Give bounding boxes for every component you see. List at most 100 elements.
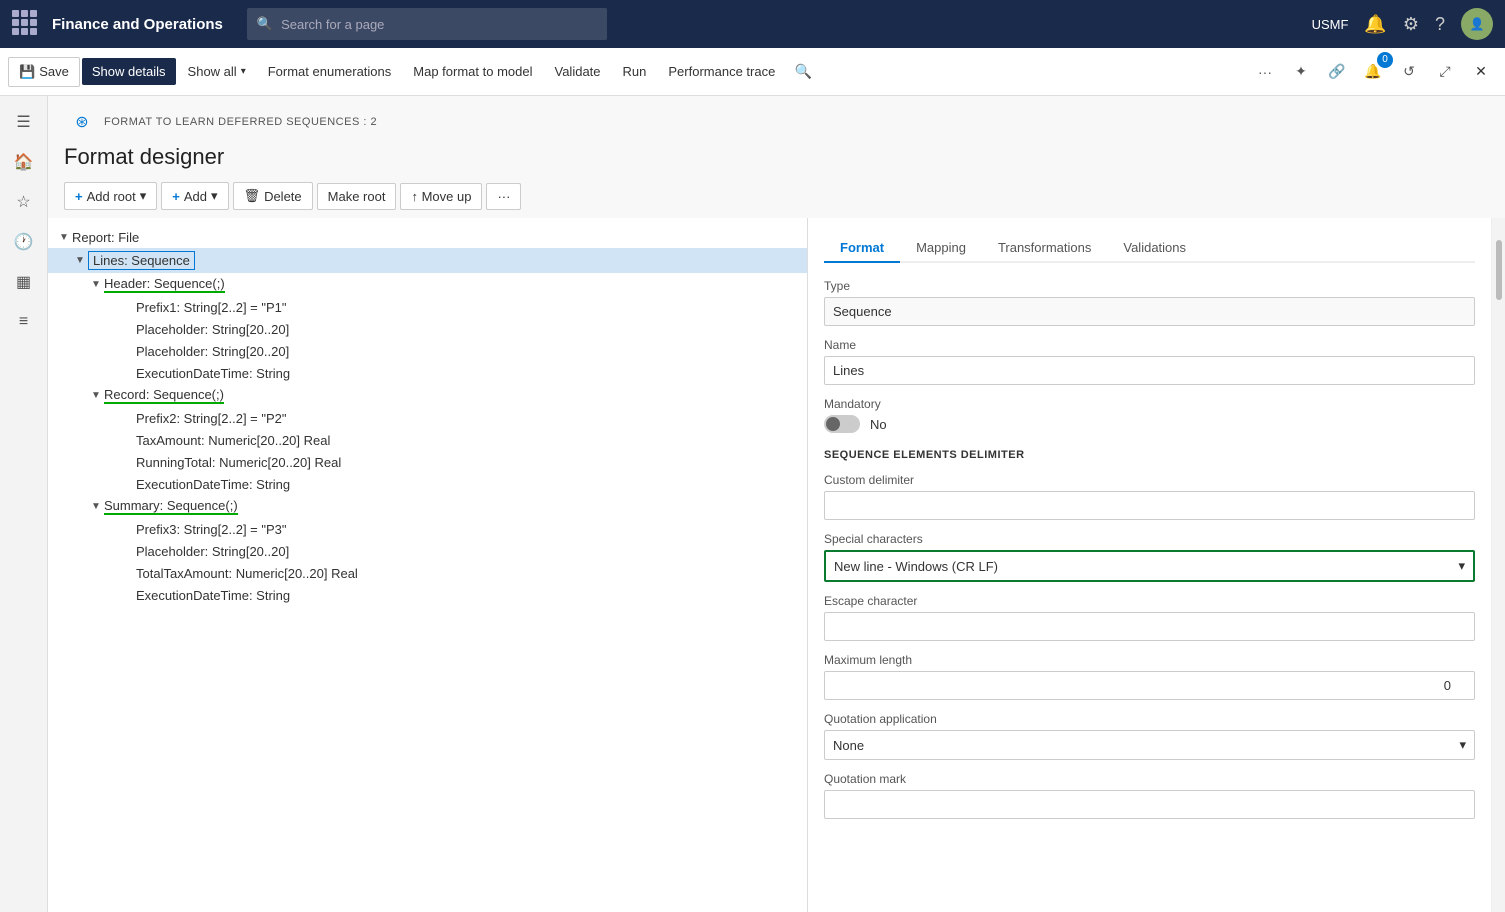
notification-icon[interactable]: 🔔 xyxy=(1364,14,1386,35)
special-chars-select[interactable]: New line - Windows (CR LF) ▾ xyxy=(824,550,1475,582)
save-button[interactable]: 💾 Save xyxy=(8,57,80,87)
props-tabs: Format Mapping Transformations Validatio… xyxy=(824,234,1475,263)
scrollbar-thumb[interactable] xyxy=(1496,240,1502,300)
delete-button[interactable]: 🗑 Delete xyxy=(233,182,313,210)
tree-toggle-header[interactable]: ▼ xyxy=(88,277,104,293)
recent-icon[interactable]: 🕐 xyxy=(6,224,42,260)
tree-toggle-execdt1 xyxy=(120,365,136,381)
tree-row-taxamount[interactable]: TaxAmount: Numeric[20..20] Real xyxy=(48,429,807,451)
tree-toggle-totaltax xyxy=(120,565,136,581)
custom-delimiter-group: Custom delimiter xyxy=(824,473,1475,532)
tree-toggle-running xyxy=(120,454,136,470)
home-icon[interactable]: 🏠 xyxy=(6,144,42,180)
app-grid-icon[interactable] xyxy=(12,10,40,38)
custom-delimiter-input[interactable] xyxy=(824,491,1475,520)
tree-row-lines[interactable]: ▼ Lines: Sequence xyxy=(48,248,807,273)
add-root-label: Add root xyxy=(87,189,136,204)
quotation-app-select[interactable]: None ▾ xyxy=(824,730,1475,760)
list-view-icon[interactable]: ≡ xyxy=(6,304,42,340)
show-details-button[interactable]: Show details xyxy=(82,58,176,85)
tree-row-summary[interactable]: ▼ Summary: Sequence(;) xyxy=(48,495,807,518)
quotation-mark-input[interactable] xyxy=(824,790,1475,819)
tree-row-placeholder3[interactable]: Placeholder: String[20..20] xyxy=(48,540,807,562)
refresh-button[interactable]: ↺ xyxy=(1393,56,1425,88)
name-input[interactable] xyxy=(824,356,1475,385)
mandatory-toggle[interactable] xyxy=(824,415,860,433)
move-up-label: ↑ Move up xyxy=(411,189,471,204)
tree-row-totaltax[interactable]: TotalTaxAmount: Numeric[20..20] Real xyxy=(48,562,807,584)
tree-panel: ▼ Report: File ▼ Lines: Sequence ▼ Heade… xyxy=(48,218,808,912)
add-root-plus-icon: + xyxy=(75,189,83,204)
special-chars-chevron: ▾ xyxy=(1458,558,1465,574)
tree-row-execdt2[interactable]: ExecutionDateTime: String xyxy=(48,473,807,495)
tree-row-report[interactable]: ▼ Report: File xyxy=(48,226,807,248)
escape-char-input[interactable] xyxy=(824,612,1475,641)
save-icon: 💾 xyxy=(19,64,35,80)
tree-toggle-record[interactable]: ▼ xyxy=(88,388,104,404)
validate-button[interactable]: Validate xyxy=(545,58,611,85)
more-actions-button[interactable]: ··· xyxy=(486,183,521,210)
tree-row-record[interactable]: ▼ Record: Sequence(;) xyxy=(48,384,807,407)
special-chars-group: Special characters New line - Windows (C… xyxy=(824,532,1475,582)
tree-row-prefix3[interactable]: Prefix3: String[2..2] = "P3" xyxy=(48,518,807,540)
tree-label-running: RunningTotal: Numeric[20..20] Real xyxy=(136,455,341,470)
more-options-button[interactable]: ··· xyxy=(1249,56,1281,88)
app-title: Finance and Operations xyxy=(52,16,223,33)
tree-label-record: Record: Sequence(;) xyxy=(104,387,224,404)
pin-button[interactable]: ✦ xyxy=(1285,56,1317,88)
tree-toggle-summary[interactable]: ▼ xyxy=(88,499,104,515)
star-icon[interactable]: ☆ xyxy=(6,184,42,220)
tree-label-placeholder3: Placeholder: String[20..20] xyxy=(136,544,289,559)
tab-mapping[interactable]: Mapping xyxy=(900,234,982,263)
show-all-button[interactable]: Show all ▾ xyxy=(178,58,256,85)
settings-icon[interactable]: ⚙ xyxy=(1403,14,1419,35)
map-format-button[interactable]: Map format to model xyxy=(403,58,542,85)
quotation-app-chevron: ▾ xyxy=(1459,737,1466,753)
search-input[interactable] xyxy=(281,17,597,32)
tree-row-execdt1[interactable]: ExecutionDateTime: String xyxy=(48,362,807,384)
tab-transformations[interactable]: Transformations xyxy=(982,234,1107,263)
run-button[interactable]: Run xyxy=(613,58,657,85)
special-chars-label: Special characters xyxy=(824,532,1475,546)
side-icons: ☰ 🏠 ☆ 🕐 ▦ ≡ xyxy=(0,96,48,912)
performance-trace-button[interactable]: Performance trace xyxy=(658,58,785,85)
filter-icon[interactable]: ⊛ xyxy=(64,104,100,140)
scrollbar[interactable] xyxy=(1491,218,1505,912)
tree-row-execdt3[interactable]: ExecutionDateTime: String xyxy=(48,584,807,606)
add-button[interactable]: + Add ▾ xyxy=(161,182,228,210)
add-root-chevron: ▾ xyxy=(140,188,147,204)
tree-row-placeholder2[interactable]: Placeholder: String[20..20] xyxy=(48,340,807,362)
external-link-icon[interactable]: 🔗 xyxy=(1321,56,1353,88)
tree-row-prefix1[interactable]: Prefix1: String[2..2] = "P1" xyxy=(48,296,807,318)
close-button[interactable]: ✕ xyxy=(1465,56,1497,88)
tree-label-totaltax: TotalTaxAmount: Numeric[20..20] Real xyxy=(136,566,358,581)
quotation-mark-label: Quotation mark xyxy=(824,772,1475,786)
tree-row-running[interactable]: RunningTotal: Numeric[20..20] Real xyxy=(48,451,807,473)
grid-view-icon[interactable]: ▦ xyxy=(6,264,42,300)
tree-toggle-lines[interactable]: ▼ xyxy=(72,253,88,269)
tree-label-execdt2: ExecutionDateTime: String xyxy=(136,477,290,492)
search-box[interactable]: 🔍 xyxy=(247,8,607,40)
tab-format[interactable]: Format xyxy=(824,234,900,263)
add-root-button[interactable]: + Add root ▾ xyxy=(64,182,157,210)
tree-toggle-execdt3 xyxy=(120,587,136,603)
tab-validations[interactable]: Validations xyxy=(1107,234,1202,263)
tree-toggle-report[interactable]: ▼ xyxy=(56,229,72,245)
search-toolbar-icon[interactable]: 🔍 xyxy=(787,56,819,88)
tree-row-placeholder1[interactable]: Placeholder: String[20..20] xyxy=(48,318,807,340)
quotation-app-label: Quotation application xyxy=(824,712,1475,726)
format-enumerations-button[interactable]: Format enumerations xyxy=(258,58,402,85)
escape-char-group: Escape character xyxy=(824,594,1475,653)
tree-row-prefix2[interactable]: Prefix2: String[2..2] = "P2" xyxy=(48,407,807,429)
avatar[interactable]: 👤 xyxy=(1461,8,1493,40)
add-chevron: ▾ xyxy=(211,188,218,204)
tree-row-header[interactable]: ▼ Header: Sequence(;) xyxy=(48,273,807,296)
add-label: Add xyxy=(184,189,207,204)
expand-button[interactable]: ⤢ xyxy=(1429,56,1461,88)
make-root-button[interactable]: Make root xyxy=(317,183,397,210)
max-length-input[interactable] xyxy=(824,671,1475,700)
hamburger-menu-button[interactable]: ☰ xyxy=(6,104,42,140)
quotation-mark-group: Quotation mark xyxy=(824,772,1475,831)
move-up-button[interactable]: ↑ Move up xyxy=(400,183,482,210)
help-icon[interactable]: ? xyxy=(1435,14,1445,35)
